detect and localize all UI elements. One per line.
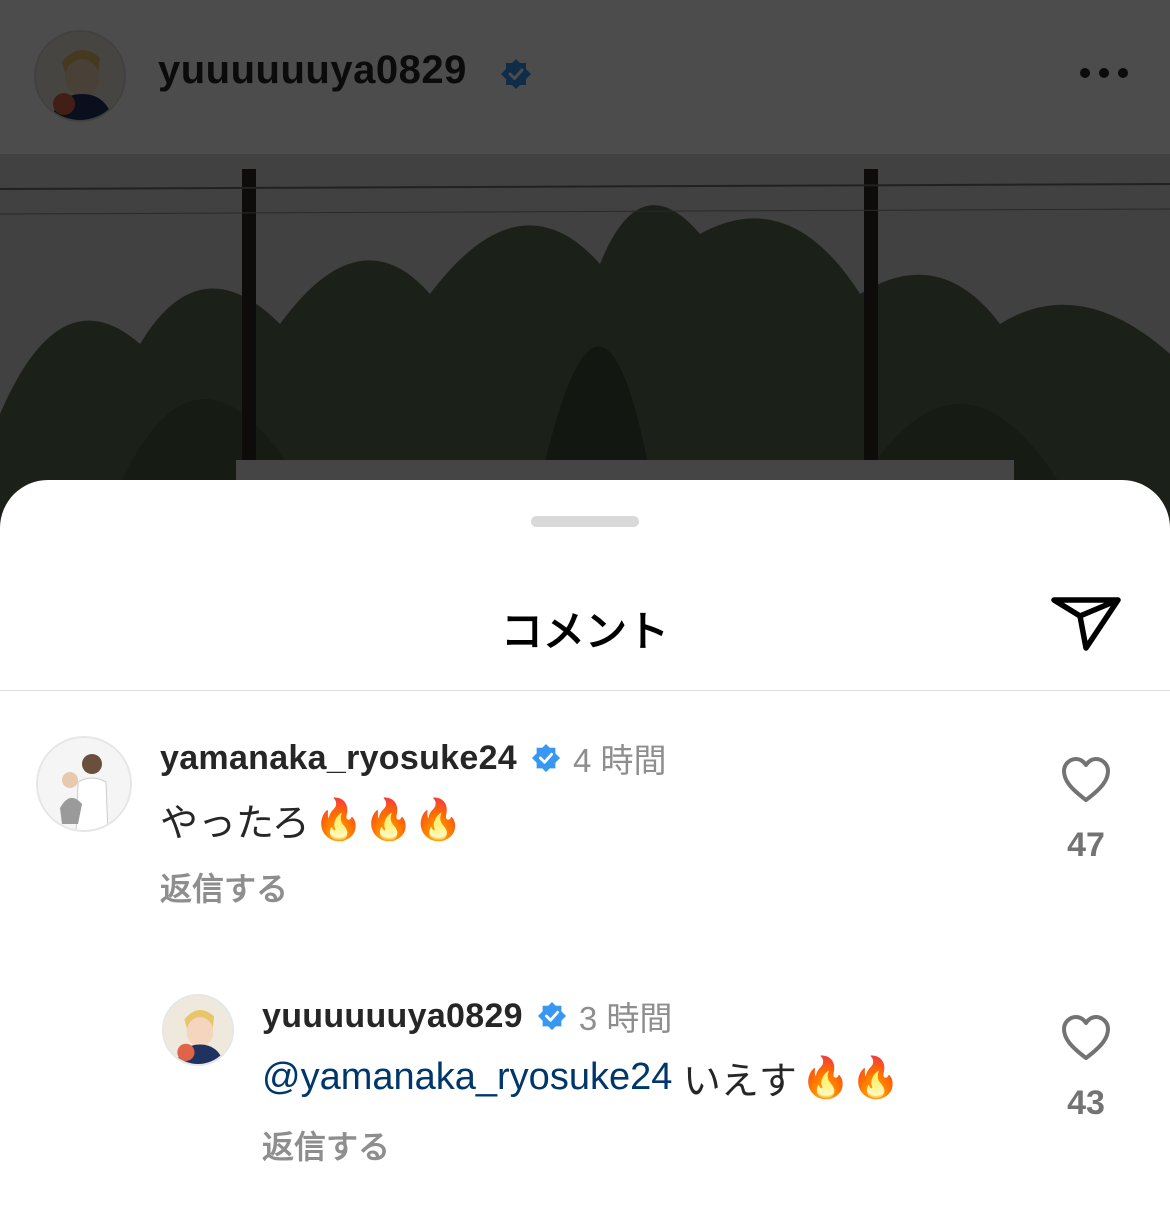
sheet-drag-handle[interactable] (531, 516, 639, 527)
comment-header: yuuuuuuya0829 3 時間 (262, 992, 672, 1040)
send-icon[interactable] (1050, 590, 1122, 654)
comment-header: yamanaka_ryosuke24 4 時間 (160, 734, 667, 782)
comment-body: いえす (672, 1061, 797, 1103)
like-heart-icon[interactable] (1060, 1014, 1112, 1062)
sheet-divider (0, 690, 1170, 691)
reply-button[interactable]: 返信する (160, 864, 288, 910)
like-heart-icon[interactable] (1060, 756, 1112, 804)
avatar-illustration-icon (164, 996, 232, 1064)
commenter-avatar[interactable] (36, 736, 132, 832)
comment-text: @yamanaka_ryosuke24 いえす 🔥🔥 (262, 1050, 901, 1105)
verified-badge-icon (531, 743, 561, 773)
commenter-avatar[interactable] (162, 994, 234, 1066)
comment-text: やったろ 🔥🔥🔥 (160, 792, 463, 847)
comment-username[interactable]: yuuuuuuya0829 (262, 997, 523, 1036)
mention-link[interactable]: @yamanaka_ryosuke24 (262, 1056, 672, 1099)
fire-emoji: 🔥🔥 (800, 1056, 901, 1100)
avatar-photo-icon (38, 738, 130, 830)
comment-timestamp: 3 時間 (578, 1000, 673, 1037)
like-count: 47 (1067, 826, 1105, 864)
comment-timestamp: 4 時間 (573, 742, 667, 779)
reply-button[interactable]: 返信する (262, 1122, 390, 1168)
fire-emoji: 🔥🔥🔥 (313, 798, 464, 842)
sheet-title: コメント (500, 608, 669, 655)
comment-username[interactable]: yamanaka_ryosuke24 (160, 739, 517, 778)
comment-body: やったろ (160, 803, 310, 845)
like-count: 43 (1067, 1084, 1105, 1122)
comments-sheet: コメント yamanaka_ryosuke24 4 時間 やったろ 🔥🔥� (0, 480, 1170, 1208)
verified-badge-icon (537, 1001, 566, 1031)
